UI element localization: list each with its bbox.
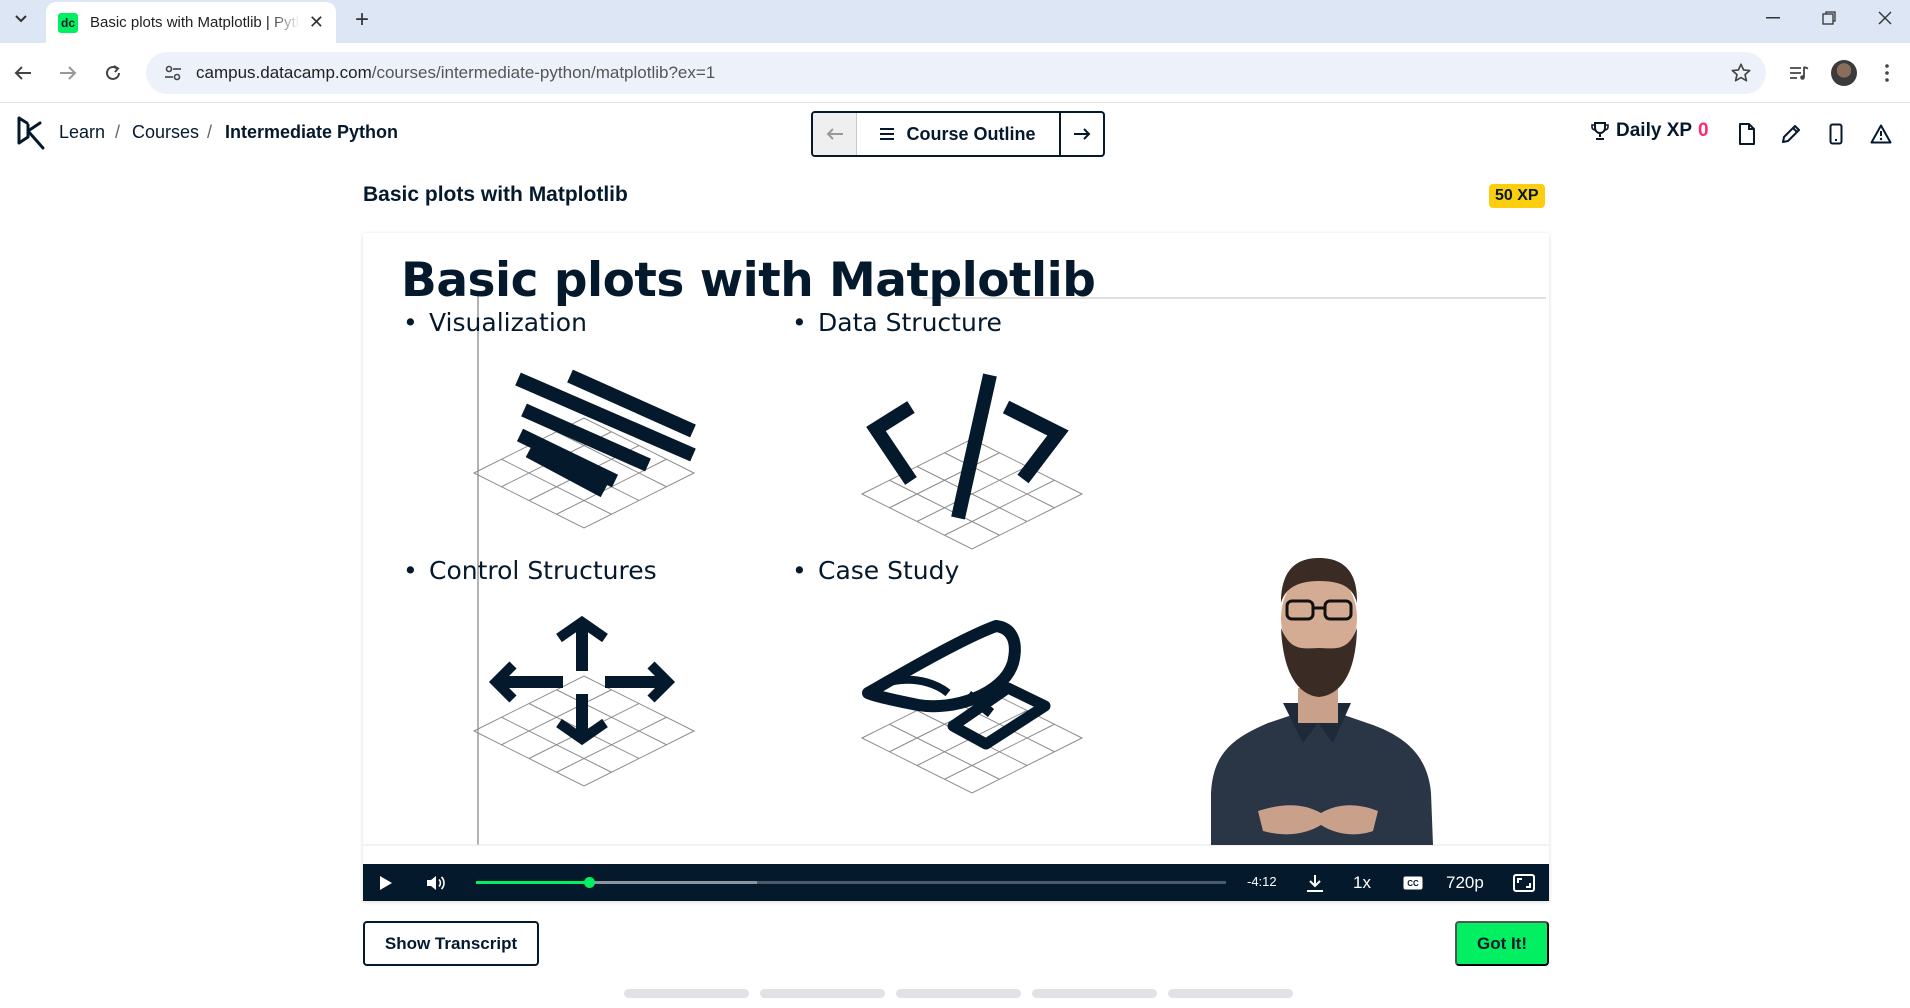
control-arrows-icon (473, 615, 695, 787)
progress-scrubber[interactable] (583, 877, 595, 888)
datacamp-favicon-icon: dc (58, 12, 78, 33)
progress-bar[interactable] (476, 877, 1226, 888)
instructor-video (1211, 558, 1433, 845)
address-bar[interactable]: campus.datacamp.com/courses/intermediate… (146, 52, 1766, 94)
media-queue-icon[interactable] (1784, 58, 1814, 88)
reload-icon[interactable] (98, 58, 128, 88)
restore-icon[interactable] (1814, 4, 1844, 32)
breadcrumb-learn[interactable]: Learn (59, 122, 105, 143)
datacamp-logo-icon[interactable] (16, 115, 46, 151)
daily-xp[interactable]: Daily XP 0 (1590, 120, 1709, 142)
captions-cc-icon[interactable]: CC (1402, 872, 1424, 894)
video-quality[interactable]: 720p (1446, 873, 1484, 893)
progress-step (1168, 989, 1293, 998)
time-remaining: -4:12 (1247, 874, 1277, 889)
case-study-telescope-icon (861, 620, 1083, 794)
browser-toolbar: campus.datacamp.com/courses/intermediate… (0, 43, 1910, 103)
browser-menu-kebab-icon[interactable] (1872, 58, 1902, 88)
course-navigation: Course Outline (811, 111, 1105, 157)
video-player[interactable]: Basic plots with Matplotlib Visualizatio… (363, 233, 1549, 901)
profile-avatar[interactable] (1829, 58, 1859, 88)
browser-tab[interactable]: dc Basic plots with Matplotlib | Python … (46, 2, 336, 43)
tab-close-icon[interactable]: ✕ (309, 12, 324, 33)
progress-step (896, 989, 1021, 998)
svg-text:CC: CC (1407, 879, 1419, 888)
visualization-stripes-icon (473, 369, 696, 529)
course-outline-button[interactable]: Course Outline (857, 113, 1061, 155)
got-it-button[interactable]: Got It! (1455, 921, 1549, 966)
slide-bullet-control-structures: Control Structures (403, 556, 657, 585)
video-controls: -4:12 1x CC 720p (363, 864, 1549, 901)
show-transcript-button[interactable]: Show Transcript (363, 921, 539, 966)
breadcrumb-separator: / (207, 122, 213, 142)
play-icon[interactable] (375, 872, 397, 894)
download-icon[interactable] (1303, 871, 1327, 895)
progress-step (1032, 989, 1157, 998)
forward-arrow-icon[interactable] (53, 58, 83, 88)
trophy-icon (1591, 122, 1609, 140)
app-header: Learn / Courses / Intermediate Python Co… (0, 103, 1910, 163)
slide-bullet-data-structure: Data Structure (792, 308, 1002, 337)
tab-search-chevron-icon[interactable] (8, 6, 34, 32)
minimize-icon[interactable] (1758, 4, 1788, 32)
url-path: /courses/intermediate-python/matplotlib?… (371, 63, 716, 82)
next-exercise-button[interactable] (1061, 113, 1103, 155)
breadcrumb-separator: / (115, 122, 121, 142)
breadcrumb-courses[interactable]: Courses (132, 122, 199, 143)
url-text: campus.datacamp.com/courses/intermediate… (196, 63, 715, 83)
close-window-icon[interactable] (1870, 4, 1900, 32)
site-info-tune-icon[interactable] (162, 62, 184, 84)
exercise-progress-steps (624, 989, 1293, 998)
fullscreen-icon[interactable] (1512, 871, 1536, 895)
playback-speed[interactable]: 1x (1353, 873, 1371, 893)
daily-xp-label: Daily XP (1616, 120, 1693, 141)
breadcrumb-current-course: Intermediate Python (225, 122, 399, 142)
course-outline-label: Course Outline (906, 123, 1036, 144)
url-host: campus.datacamp.com (196, 63, 372, 82)
code-brackets-icon (861, 373, 1083, 550)
slide-bullet-case-study: Case Study (792, 556, 959, 585)
mobile-app-icon[interactable] (1823, 121, 1849, 147)
slides-document-icon[interactable] (1734, 121, 1760, 147)
new-tab-plus-icon[interactable]: + (348, 6, 376, 34)
xp-badge: 50 XP (1489, 184, 1545, 208)
tab-title: Basic plots with Matplotlib | Python (90, 14, 300, 31)
list-icon (880, 128, 895, 140)
previous-exercise-button[interactable] (813, 113, 857, 155)
notes-pencil-icon[interactable] (1778, 121, 1804, 147)
slide-heading: Basic plots with Matplotlib (401, 253, 1096, 308)
report-issue-warning-icon[interactable] (1868, 121, 1894, 147)
progress-played (476, 881, 589, 884)
progress-step (760, 989, 885, 998)
bookmark-star-icon[interactable] (1730, 62, 1752, 89)
browser-tab-bar: dc Basic plots with Matplotlib | Python … (0, 0, 1910, 43)
back-arrow-icon[interactable] (8, 58, 38, 88)
daily-xp-value: 0 (1698, 120, 1709, 141)
lesson-title: Basic plots with Matplotlib (363, 183, 628, 206)
progress-step (624, 989, 749, 998)
slide-bullet-visualization: Visualization (403, 308, 587, 337)
volume-icon[interactable] (424, 872, 448, 894)
